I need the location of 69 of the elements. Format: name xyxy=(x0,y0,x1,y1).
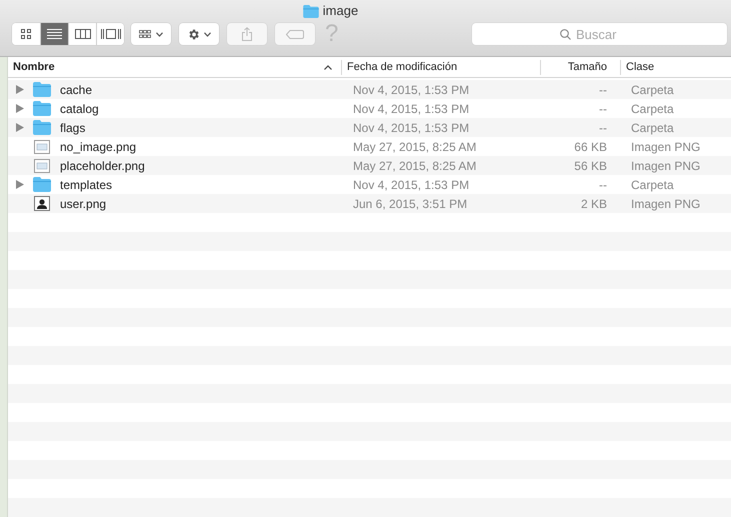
kind-cell-text: Imagen PNG xyxy=(630,196,702,212)
user-file-icon xyxy=(34,196,50,211)
tag-icon xyxy=(286,30,304,38)
file-name: user.png xyxy=(60,196,106,212)
size-cell-text: -- xyxy=(598,120,608,136)
file-name: no_image.png xyxy=(60,138,136,156)
caret-icon xyxy=(156,32,163,36)
search-field[interactable]: Buscar xyxy=(472,23,727,45)
folder-icon xyxy=(302,4,319,18)
disclosure-triangle-icon[interactable] xyxy=(16,104,24,113)
date-cell-text: Nov 4, 2015, 1:53 PM xyxy=(352,120,470,136)
date-cell-text: May 27, 2015, 8:25 AM xyxy=(352,158,478,174)
size-cell-text: -- xyxy=(598,100,608,118)
file-row[interactable]: cache Nov 4, 2015, 1:53 PM -- Carpeta xyxy=(8,80,731,99)
size-cell-text: -- xyxy=(598,82,608,98)
column-header[interactable]: Nombre xyxy=(8,60,341,74)
file-row[interactable]: flags Nov 4, 2015, 1:53 PM -- Carpeta xyxy=(8,118,731,137)
size-cell-text: 2 KB xyxy=(580,196,608,212)
folder-icon xyxy=(33,177,51,192)
file-name: catalog xyxy=(60,100,99,118)
size-cell-text: -- xyxy=(598,176,608,194)
arrange-button[interactable] xyxy=(131,23,171,45)
date-cell-text: Nov 4, 2015, 1:53 PM xyxy=(352,100,470,118)
size-cell-text: 56 KB xyxy=(573,158,608,174)
kind-cell-text: Imagen PNG xyxy=(630,138,702,156)
file-row[interactable]: placeholder.png May 27, 2015, 8:25 AM 56 KB Imagen PNG xyxy=(8,156,731,175)
window-title: image xyxy=(322,2,358,20)
date-cell-text: Nov 4, 2015, 1:53 PM xyxy=(352,82,470,98)
folder-icon xyxy=(33,101,51,116)
kind-cell-text: Carpeta xyxy=(630,176,675,194)
file-name: cache xyxy=(60,82,92,98)
view-button[interactable] xyxy=(96,23,124,45)
image-file-icon xyxy=(34,158,50,172)
column-header[interactable]: Tamaño xyxy=(540,60,620,74)
date-cell-text: Jun 6, 2015, 3:51 PM xyxy=(352,196,468,212)
folder-icon xyxy=(33,82,51,97)
disclosure-triangle-icon[interactable] xyxy=(16,180,24,189)
date-cell-text: May 27, 2015, 8:25 AM xyxy=(352,138,478,156)
kind-cell-text: Imagen PNG xyxy=(630,158,702,174)
columns-icon xyxy=(74,29,90,39)
grid-icon xyxy=(21,29,31,39)
date-cell-text: Nov 4, 2015, 1:53 PM xyxy=(352,176,470,194)
view-button[interactable] xyxy=(40,23,68,45)
kind-cell-text: Carpeta xyxy=(630,82,675,98)
search-icon xyxy=(560,29,571,40)
arrange-icon xyxy=(139,30,151,38)
caret-icon xyxy=(204,32,211,36)
file-name: placeholder.png xyxy=(60,158,145,174)
column-label: Fecha de modificación xyxy=(347,60,458,75)
disclosure-triangle-icon[interactable] xyxy=(16,123,24,132)
action-button[interactable] xyxy=(179,23,219,45)
share-icon xyxy=(242,27,252,41)
folder-icon xyxy=(33,120,51,135)
column-label: Tamaño xyxy=(568,60,607,75)
size-cell-text: 66 KB xyxy=(573,138,608,156)
settings-icon xyxy=(187,28,200,40)
column-header[interactable]: Fecha de modificación xyxy=(341,60,540,74)
column-label: Clase xyxy=(626,60,654,75)
disclosure-triangle-icon[interactable] xyxy=(16,85,24,94)
list-icon xyxy=(47,28,62,40)
column-label: Nombre xyxy=(13,60,55,75)
cover-flow-icon xyxy=(100,29,120,39)
file-name: templates xyxy=(60,176,112,194)
kind-cell-text: Carpeta xyxy=(630,100,675,118)
kind-cell-text: Carpeta xyxy=(630,120,675,136)
image-file-icon xyxy=(34,140,50,154)
file-name: flags xyxy=(60,120,86,136)
column-header[interactable]: Clase xyxy=(620,60,731,74)
file-row[interactable]: user.png Jun 6, 2015, 3:51 PM 2 KB Imagen PNG xyxy=(8,194,731,213)
